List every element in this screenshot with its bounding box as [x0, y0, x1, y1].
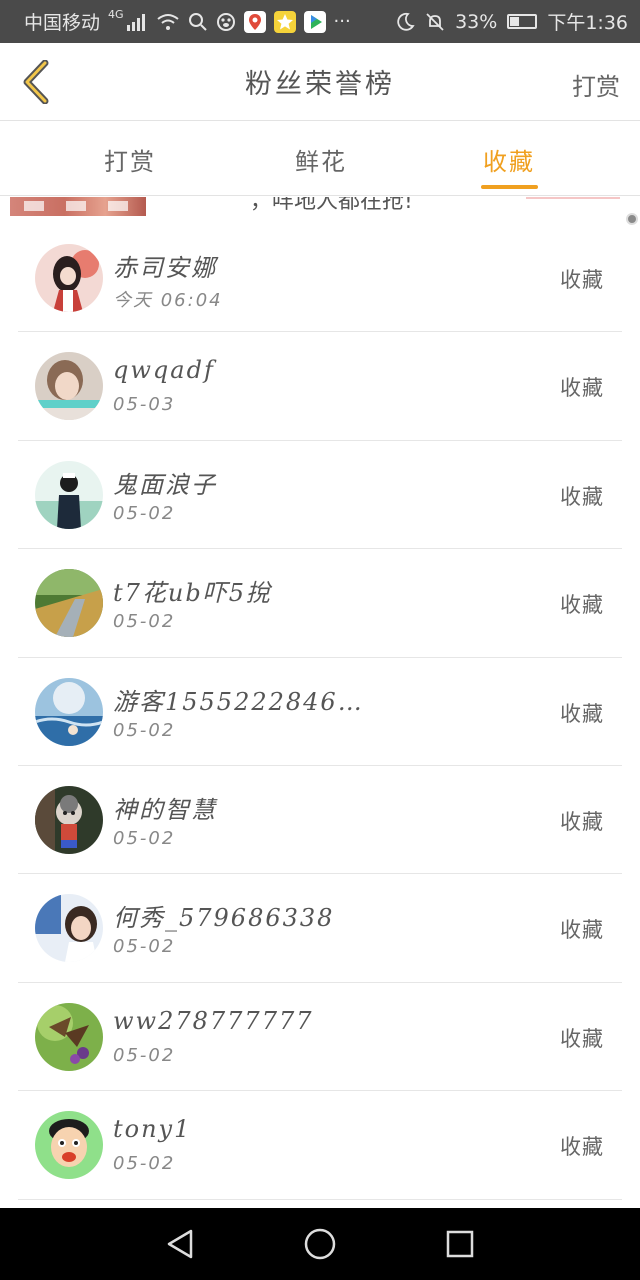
fan-time: 05-02 — [113, 827, 176, 849]
more-icon: ··· — [333, 11, 351, 32]
title-bar: 粉丝荣誉榜 打赏 — [0, 43, 640, 121]
ad-banner-image[interactable] — [10, 197, 146, 216]
ad-divider — [526, 197, 620, 199]
fan-list: 赤司安娜 今天 06:04 收藏 qwqadf 05-03 收藏 鬼面浪子 05… — [18, 224, 622, 1200]
wifi-icon — [156, 13, 180, 31]
list-item[interactable]: 游客1555222846… 05-02 收藏 — [18, 658, 622, 766]
fan-name: 鬼面浪子 — [113, 470, 217, 499]
fan-time: 05-02 — [113, 502, 176, 524]
status-right: 33% 下午1:36 — [395, 8, 628, 35]
favorite-label: 收藏 — [560, 593, 604, 618]
nav-recents-button[interactable] — [440, 1224, 480, 1264]
fan-time: 05-02 — [113, 936, 176, 958]
nav-back-button[interactable] — [160, 1224, 200, 1264]
fan-name: ww278777777 — [113, 1006, 314, 1035]
fan-time: 05-02 — [113, 1153, 176, 1175]
ad-banner-text[interactable]: ，咩地人都在抢! — [250, 197, 413, 215]
favorite-label: 收藏 — [560, 701, 604, 726]
tab-flowers[interactable]: 鲜花 — [295, 142, 347, 177]
avatar[interactable] — [35, 785, 103, 854]
content-area: ，咩地人都在抢! 赤司安娜 今天 06:04 收藏 qwqadf 05-03 收… — [0, 197, 640, 1208]
video-icon — [303, 10, 326, 33]
fan-name: 何秀_579686338 — [113, 904, 335, 933]
tab-reward[interactable]: 打赏 — [104, 142, 156, 177]
search-icon — [188, 12, 208, 32]
fan-time: 05-02 — [113, 611, 176, 633]
list-item[interactable]: ww278777777 05-02 收藏 — [18, 983, 622, 1092]
clock: 下午1:36 — [547, 12, 628, 34]
carrier-label: 中国移动 — [24, 12, 101, 34]
page-title: 粉丝荣誉榜 — [245, 69, 395, 100]
fan-name: 赤司安娜 — [113, 254, 217, 282]
fan-name: t7花ub吓5挩 — [113, 579, 273, 608]
fan-time: 05-02 — [113, 719, 176, 741]
favorite-label: 收藏 — [560, 268, 604, 292]
chevron-left-icon — [23, 60, 49, 104]
avatar[interactable] — [35, 352, 103, 421]
fan-name: 神的智慧 — [113, 795, 217, 824]
fan-name: qwqadf — [113, 356, 215, 385]
fan-name: tony1 — [113, 1115, 192, 1144]
favorite-label: 收藏 — [560, 918, 604, 943]
tab-favorites[interactable]: 收藏 — [483, 142, 535, 177]
circle-home-icon — [304, 1228, 336, 1260]
list-item[interactable]: 赤司安娜 今天 06:04 收藏 — [18, 224, 622, 333]
avatar[interactable] — [35, 244, 103, 312]
battery-percent: 33% — [455, 10, 498, 33]
status-bar: 中国移动 4G ··· 33% 下午1:36 — [0, 0, 640, 43]
fan-time: 05-03 — [113, 394, 176, 416]
reward-button[interactable]: 打赏 — [572, 67, 620, 102]
status-left: 中国移动 4G ··· — [24, 8, 351, 35]
fan-time: 05-02 — [113, 1044, 176, 1066]
fan-time: 今天 06:04 — [113, 290, 223, 311]
favorite-label: 收藏 — [560, 376, 604, 401]
avatar[interactable] — [35, 894, 103, 963]
avatar[interactable] — [35, 569, 103, 638]
list-item[interactable]: 神的智慧 05-02 收藏 — [18, 766, 622, 875]
signal-icon — [126, 13, 148, 31]
nav-home-button[interactable] — [300, 1224, 340, 1264]
moon-icon — [395, 12, 415, 32]
favorite-label: 收藏 — [560, 1026, 604, 1051]
favorite-label: 收藏 — [560, 484, 604, 509]
avatar[interactable] — [35, 460, 103, 529]
scroll-indicator — [626, 213, 638, 225]
avatar[interactable] — [35, 677, 103, 746]
star-icon — [273, 10, 296, 33]
list-item[interactable]: tony1 05-02 收藏 — [18, 1091, 622, 1200]
fan-name: 游客1555222846… — [113, 687, 364, 716]
avatar[interactable] — [35, 1111, 103, 1180]
list-item[interactable]: t7花ub吓5挩 05-02 收藏 — [18, 549, 622, 658]
tab-bar: 打赏 鲜花 收藏 — [0, 122, 640, 196]
paw-icon — [216, 12, 236, 32]
active-tab-indicator — [481, 185, 538, 189]
list-item[interactable]: 何秀_579686338 05-02 收藏 — [18, 874, 622, 983]
triangle-back-icon — [167, 1229, 193, 1259]
square-recents-icon — [446, 1230, 474, 1258]
network-type: 4G — [108, 8, 124, 21]
system-nav-bar — [0, 1208, 640, 1280]
favorite-label: 收藏 — [560, 809, 604, 834]
favorite-label: 收藏 — [560, 1135, 604, 1160]
map-pin-icon — [243, 10, 266, 33]
mute-icon — [425, 12, 445, 32]
back-button[interactable] — [16, 59, 56, 105]
list-item[interactable]: 鬼面浪子 05-02 收藏 — [18, 441, 622, 550]
battery-icon — [507, 14, 538, 29]
list-item[interactable]: qwqadf 05-03 收藏 — [18, 332, 622, 441]
avatar[interactable] — [35, 1002, 103, 1071]
